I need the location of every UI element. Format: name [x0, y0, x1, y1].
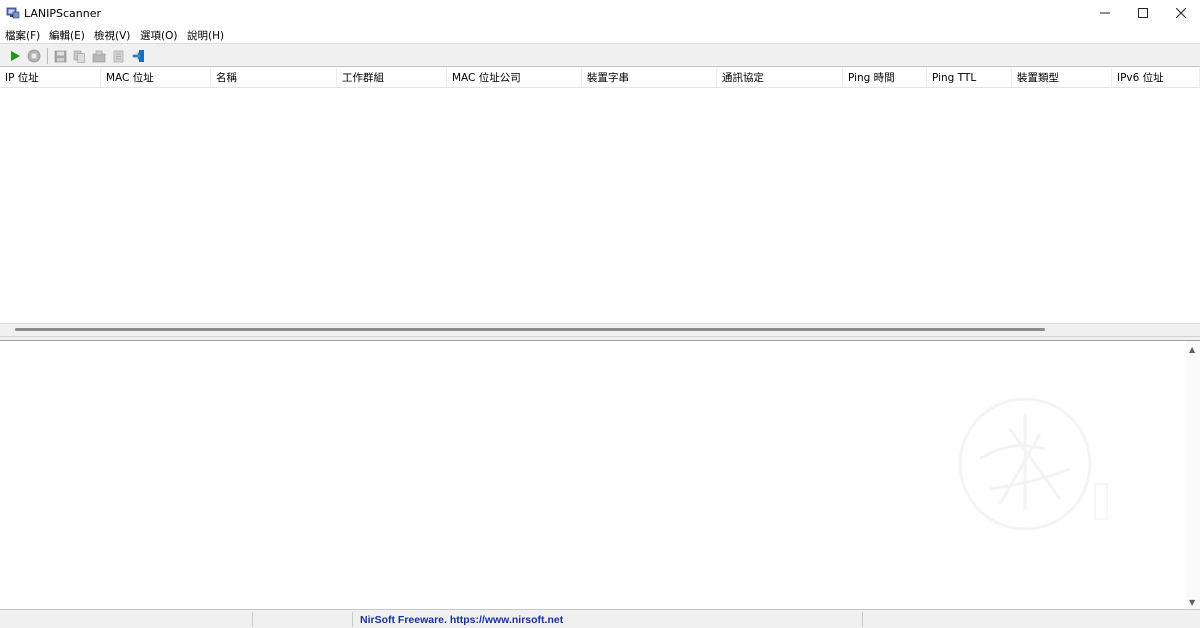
- status-panel-2: [253, 612, 353, 627]
- maximize-icon: [1138, 8, 1148, 18]
- column-name[interactable]: 名稱: [211, 68, 337, 88]
- properties-button[interactable]: [91, 48, 107, 64]
- toolbar-separator: [47, 48, 48, 64]
- status-bar: NirSoft Freeware. https://www.nirsoft.ne…: [0, 609, 1200, 628]
- minimize-icon: [1100, 12, 1110, 14]
- column-device-string[interactable]: 裝置字串: [582, 68, 717, 88]
- column-workgroup[interactable]: 工作群組: [337, 68, 447, 88]
- watermark-logo: [958, 397, 1108, 531]
- column-mac-address[interactable]: MAC 位址: [101, 68, 211, 88]
- network-scanner-icon: [6, 6, 20, 20]
- column-device-type[interactable]: 裝置類型: [1012, 68, 1112, 88]
- status-panel-1: [0, 612, 253, 627]
- column-ping-ttl[interactable]: Ping TTL: [927, 68, 1012, 88]
- column-ping-time[interactable]: Ping 時間: [843, 68, 927, 88]
- copy-icon: [73, 50, 85, 63]
- save-button[interactable]: [52, 48, 68, 64]
- start-scan-button[interactable]: [7, 48, 23, 64]
- exit-button[interactable]: [131, 48, 147, 64]
- scan-results-list[interactable]: IP 位址 MAC 位址 名稱 工作群組 MAC 位址公司 裝置字串 通訊協定 …: [0, 68, 1200, 324]
- menu-help[interactable]: 說明(H): [187, 28, 224, 43]
- stop-scan-button[interactable]: [26, 48, 42, 64]
- html-report-button[interactable]: [110, 48, 126, 64]
- start-scan-icon: [11, 51, 20, 61]
- title-bar: LANIPScanner: [0, 0, 1200, 26]
- scroll-down-arrow-icon[interactable]: ▼: [1189, 598, 1195, 607]
- details-pane[interactable]: ▲ ▼: [0, 341, 1200, 609]
- html-report-icon: [113, 50, 123, 62]
- window-title: LANIPScanner: [24, 7, 102, 20]
- menu-edit[interactable]: 編輯(E): [49, 28, 85, 43]
- close-button[interactable]: [1158, 0, 1200, 26]
- menu-bar: 檔案(F) 編輯(E) 檢視(V) 選項(O) 說明(H): [0, 26, 1200, 43]
- close-icon: [1176, 8, 1186, 18]
- save-icon: [54, 50, 66, 62]
- toolbar: [0, 43, 1200, 67]
- nirsoft-link[interactable]: NirSoft Freeware. https://www.nirsoft.ne…: [360, 614, 563, 626]
- stop-scan-icon: [27, 49, 41, 63]
- horizontal-scrollbar[interactable]: [0, 324, 1200, 336]
- column-protocol[interactable]: 通訊協定: [717, 68, 843, 88]
- horizontal-scroll-thumb[interactable]: [15, 328, 1045, 331]
- menu-options[interactable]: 選項(O): [140, 28, 177, 43]
- exit-icon: [132, 50, 144, 62]
- list-header: IP 位址 MAC 位址 名稱 工作群組 MAC 位址公司 裝置字串 通訊協定 …: [0, 68, 1200, 88]
- properties-icon: [92, 50, 106, 62]
- column-ip-address[interactable]: IP 位址: [0, 68, 101, 88]
- scroll-up-arrow-icon[interactable]: ▲: [1189, 345, 1195, 354]
- column-ipv6-address[interactable]: IPv6 位址: [1112, 68, 1200, 88]
- menu-view[interactable]: 檢視(V): [94, 28, 130, 43]
- copy-button[interactable]: [71, 48, 87, 64]
- column-mac-company[interactable]: MAC 位址公司: [447, 68, 582, 88]
- menu-file[interactable]: 檔案(F): [5, 28, 40, 43]
- vertical-scrollbar[interactable]: ▲ ▼: [1186, 341, 1200, 609]
